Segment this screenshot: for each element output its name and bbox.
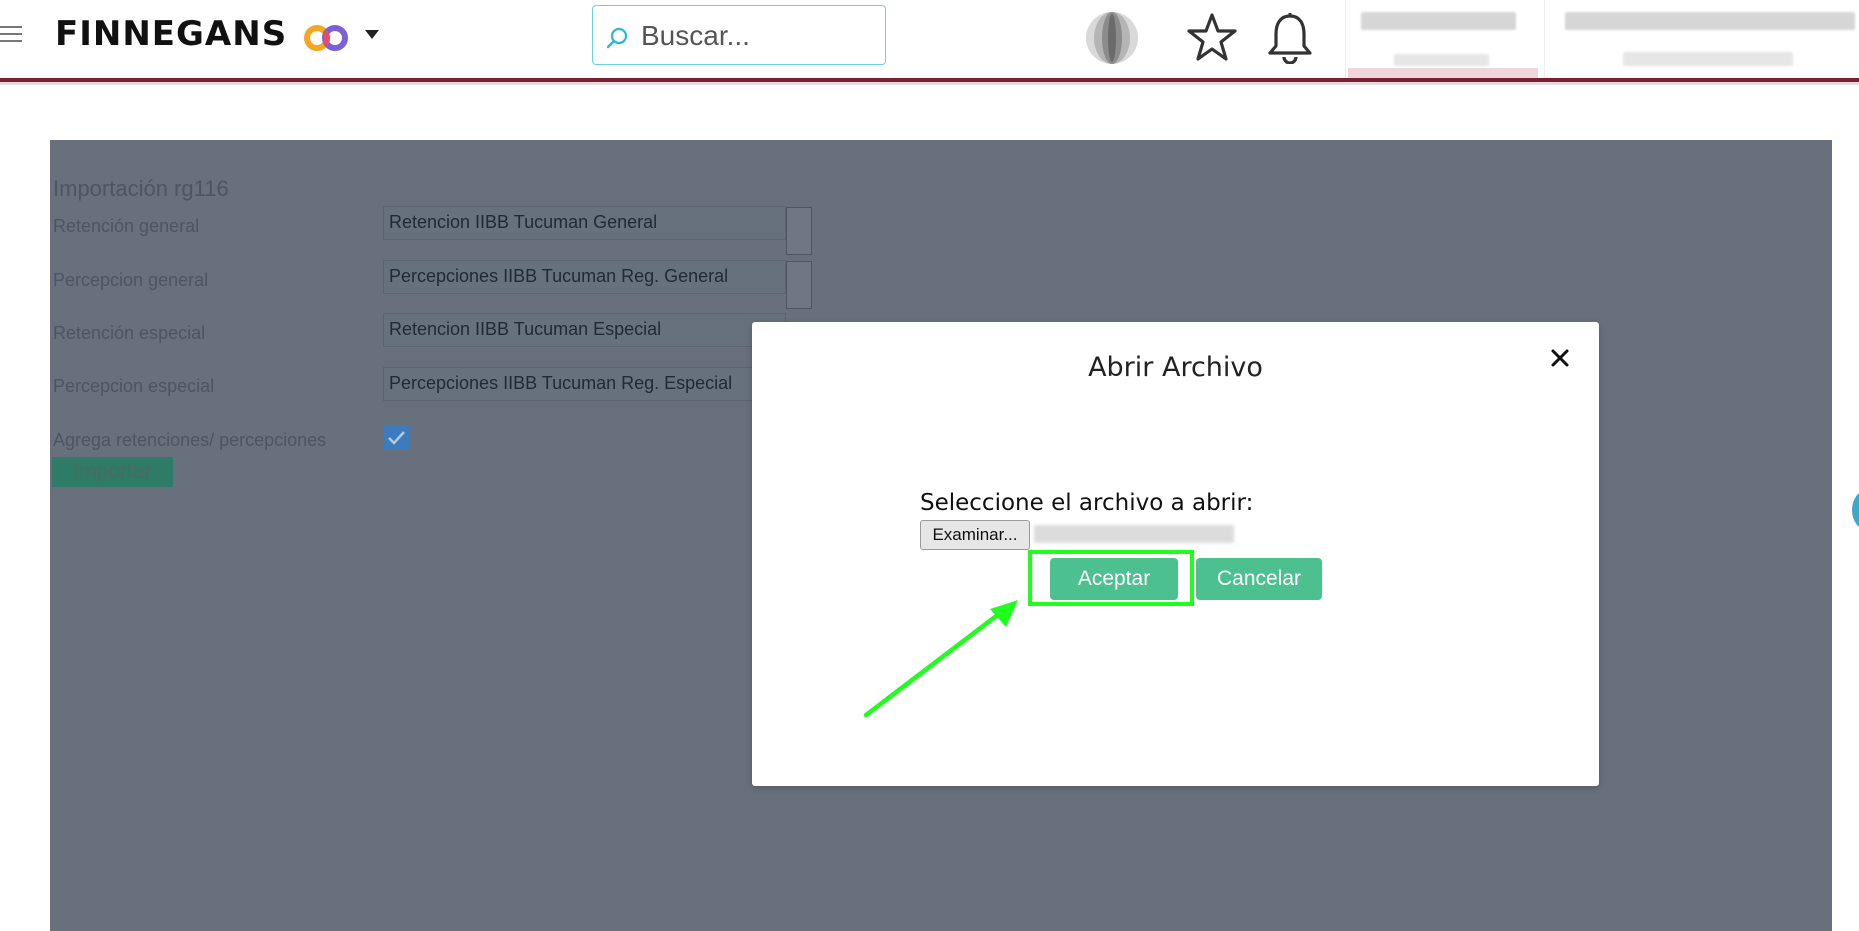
selected-file-name [1034,525,1234,543]
chevron-down-icon[interactable] [365,30,379,39]
check-icon [388,431,405,445]
import-button[interactable]: Importar [52,457,173,487]
percepcion-especial-field[interactable]: Percepciones IIBB Tucuman Reg. Especial [383,367,786,401]
page-title: Importación rg116 [53,176,229,201]
help-bubble[interactable] [1852,490,1859,530]
lookup-button-retencion-general[interactable] [786,207,812,255]
field-value: Retencion IIBB Tucuman General [389,212,658,232]
field-value: Percepciones IIBB Tucuman Reg. Especial [389,373,733,393]
search-input[interactable] [639,16,873,56]
retencion-general-field[interactable]: Retencion IIBB Tucuman General [383,206,786,240]
dialog-title: Abrir Archivo [1088,352,1263,383]
accept-highlight-box [1028,550,1194,606]
file-prompt: Seleccione el archivo a abrir: [920,490,1254,516]
percepcion-general-field[interactable]: Percepciones IIBB Tucuman Reg. General [383,260,786,294]
agrega-checkbox[interactable] [384,425,409,450]
lookup-button-percepcion-general[interactable] [786,261,812,309]
checkbox-label: Agrega retenciones/ percepciones [53,430,327,450]
top-header: FINNEGANS [0,0,1859,80]
browse-button[interactable]: Examinar... [920,520,1030,550]
bell-icon[interactable] [1266,12,1314,64]
brand-name[interactable]: FINNEGANS [55,14,287,54]
retencion-especial-field[interactable]: Retencion IIBB Tucuman Especial [383,313,786,347]
star-icon[interactable] [1186,12,1238,62]
brand-logo-icon [304,25,348,51]
header-shadow [0,82,1859,85]
search-icon [606,27,628,49]
close-icon[interactable] [1548,346,1572,370]
annotation-arrow-icon [863,600,1018,718]
cancel-button[interactable]: Cancelar [1196,558,1322,600]
assistant-orb-icon[interactable] [1082,10,1142,66]
field-value: Retencion IIBB Tucuman Especial [389,319,662,339]
field-label-retencion-especial: Retención especial [53,323,206,343]
field-label-percepcion-general: Percepcion general [53,270,209,290]
search-box[interactable] [592,5,886,65]
user-menu[interactable] [1544,0,1859,78]
company-selector[interactable] [1345,0,1541,78]
field-label-percepcion-especial: Percepcion especial [53,376,215,396]
field-value: Percepciones IIBB Tucuman Reg. General [389,266,729,286]
field-label-retencion-general: Retención general [53,216,200,236]
menu-icon[interactable] [0,26,22,44]
